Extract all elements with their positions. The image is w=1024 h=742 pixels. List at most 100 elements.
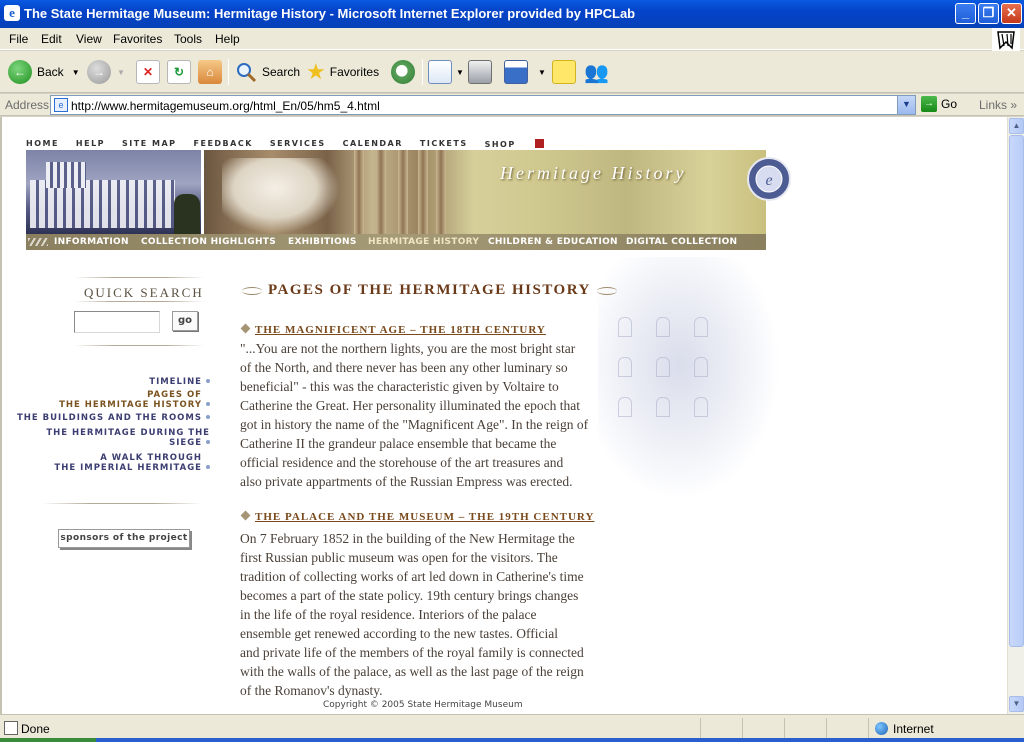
menu-edit[interactable]: Edit (41, 32, 62, 46)
ornament-icon (596, 286, 617, 295)
section-digital-collection[interactable]: DIGITAL COLLECTION (626, 237, 737, 247)
quick-search-title: QUICK SEARCH (84, 285, 204, 300)
taskbar-strip (0, 738, 1024, 742)
go-label: Go (941, 97, 958, 111)
topnav-shop-label: SHOP (484, 140, 516, 149)
menu-favorites[interactable]: Favorites (113, 32, 162, 46)
text-line: of the Romanov's dynasty. (240, 683, 383, 698)
topnav-feedback[interactable]: FEEDBACK (194, 139, 253, 149)
menu-bar: File Edit View Favorites Tools Help (0, 28, 1024, 52)
quick-search-input[interactable] (74, 311, 160, 333)
page-title: PAGES OF THE HERMITAGE HISTORY (242, 282, 617, 299)
article-heading-label: THE MAGNIFICENT AGE – THE 18TH CENTURY (255, 324, 546, 336)
ornament-icon (242, 286, 262, 295)
palace-watermark-image (598, 257, 778, 497)
history-icon (391, 60, 415, 84)
article-heading-label: THE PALACE AND THE MUSEUM – THE 19TH CEN… (255, 511, 595, 523)
menu-file[interactable]: File (9, 32, 28, 46)
search-icon (237, 63, 257, 83)
menu-help[interactable]: Help (215, 32, 240, 46)
leftnav-pages-label-2: THE HERMITAGE HISTORY (59, 400, 202, 410)
messenger-button[interactable]: 👥 (584, 57, 609, 87)
banner-title: Hermitage History (500, 163, 687, 183)
article-text-18th-century: "...You are not the northern lights, you… (240, 339, 620, 491)
search-button[interactable]: Search (234, 57, 300, 87)
links-button[interactable]: Links » (979, 98, 1017, 112)
note-icon (552, 60, 576, 84)
ie-icon: e (4, 5, 20, 21)
quick-search-go-button[interactable]: go (172, 311, 198, 331)
article-heading-18th-century[interactable]: THE MAGNIFICENT AGE – THE 18TH CENTURY (240, 323, 546, 336)
star-icon: ★ (306, 59, 326, 84)
leftnav-walk-through[interactable]: A WALK THROUGH THE IMPERIAL HERMITAGE (12, 453, 210, 473)
leftnav-buildings-label: THE BUILDINGS AND THE ROOMS (17, 413, 202, 423)
mail-button[interactable]: ▼ (428, 57, 464, 87)
topnav-tickets[interactable]: TICKETS (420, 139, 468, 149)
favorites-label: Favorites (329, 65, 380, 79)
section-exhibitions[interactable]: EXHIBITIONS (288, 237, 357, 247)
scroll-thumb[interactable] (1009, 135, 1024, 647)
mail-icon (428, 60, 452, 84)
back-button[interactable]: ← Back ▼ (8, 57, 80, 87)
section-hermitage-history[interactable]: HERMITAGE HISTORY (368, 237, 479, 247)
minimize-button[interactable]: _ (955, 3, 976, 24)
forward-button[interactable]: → ▼ (87, 57, 125, 87)
stop-button[interactable]: ✕ (136, 57, 160, 87)
address-dropdown-icon[interactable]: ▼ (897, 96, 915, 114)
stop-icon: ✕ (136, 60, 160, 84)
mail-dropdown-icon: ▼ (456, 67, 464, 77)
edit-button[interactable]: ▼ (504, 57, 546, 87)
topnav-shop[interactable]: SHOP (485, 139, 544, 149)
address-url[interactable]: http://www.hermitagemuseum.org/html_En/0… (71, 99, 380, 113)
diamond-bullet-icon (240, 510, 251, 521)
discuss-button[interactable] (552, 57, 576, 87)
leftnav-siege-label: THE HERMITAGE DURING THE SIEGE (46, 428, 210, 448)
article-heading-19th-century[interactable]: THE PALACE AND THE MUSEUM – THE 19TH CEN… (240, 510, 595, 523)
topnav-calendar[interactable]: CALENDAR (343, 139, 403, 149)
text-line: On 7 February 1852 in the building of th… (240, 531, 575, 546)
topnav-help[interactable]: HELP (76, 139, 105, 149)
diamond-bullet-icon (240, 323, 251, 334)
bullet-icon (206, 465, 210, 469)
vertical-scrollbar[interactable]: ▲ ▼ (1007, 117, 1024, 714)
text-line: got in history the name of the "Magnific… (240, 417, 589, 432)
history-left-nav: TIMELINE PAGES OF THE HERMITAGE HISTORY T… (12, 377, 210, 473)
print-button[interactable] (468, 57, 492, 87)
leftnav-pages-of-history[interactable]: PAGES OF THE HERMITAGE HISTORY (12, 390, 210, 410)
copyright: Copyright © 2005 State Hermitage Museum (323, 700, 523, 710)
window-title: The State Hermitage Museum: Hermitage Hi… (24, 6, 636, 21)
globe-icon (875, 722, 888, 735)
windows-flag-icon (992, 28, 1020, 52)
restore-button[interactable]: ❐ (978, 3, 999, 24)
sponsors-button[interactable]: sponsors of the project (58, 529, 190, 548)
favorites-button[interactable]: ★ Favorites (306, 57, 379, 87)
topnav-services[interactable]: SERVICES (270, 139, 326, 149)
divider (74, 277, 204, 278)
scroll-up-icon[interactable]: ▲ (1009, 118, 1024, 134)
home-button[interactable]: ⌂ (198, 57, 222, 87)
status-text: Done (21, 722, 50, 736)
section-collection-highlights[interactable]: COLLECTION HIGHLIGHTS (141, 237, 276, 247)
menu-tools[interactable]: Tools (174, 32, 202, 46)
history-button[interactable] (391, 57, 415, 87)
leftnav-buildings-rooms[interactable]: THE BUILDINGS AND THE ROOMS (12, 413, 210, 423)
section-information[interactable]: INFORMATION (54, 237, 129, 247)
text-line: "...You are not the northern lights, you… (240, 341, 576, 356)
address-bar: Address e http://www.hermitagemuseum.org… (0, 94, 1024, 116)
go-button[interactable]: → Go (921, 96, 957, 112)
section-children-education[interactable]: CHILDREN & EDUCATION (488, 237, 618, 247)
topnav-home[interactable]: HOME (26, 139, 59, 149)
edit-icon (504, 60, 528, 84)
topnav-site-map[interactable]: SITE MAP (122, 139, 176, 149)
menu-view[interactable]: View (76, 32, 102, 46)
leftnav-timeline[interactable]: TIMELINE (12, 377, 210, 387)
scroll-down-icon[interactable]: ▼ (1009, 696, 1024, 712)
text-line: tradition of collecting works of art led… (240, 569, 584, 584)
leftnav-during-siege[interactable]: THE HERMITAGE DURING THE SIEGE (12, 428, 210, 448)
address-field[interactable]: e http://www.hermitagemuseum.org/html_En… (50, 95, 916, 115)
close-button[interactable]: ✕ (1001, 3, 1022, 24)
leftnav-timeline-label: TIMELINE (149, 377, 202, 387)
refresh-button[interactable]: ↻ (167, 57, 191, 87)
zone-label: Internet (893, 722, 934, 736)
bullet-icon (206, 379, 210, 383)
